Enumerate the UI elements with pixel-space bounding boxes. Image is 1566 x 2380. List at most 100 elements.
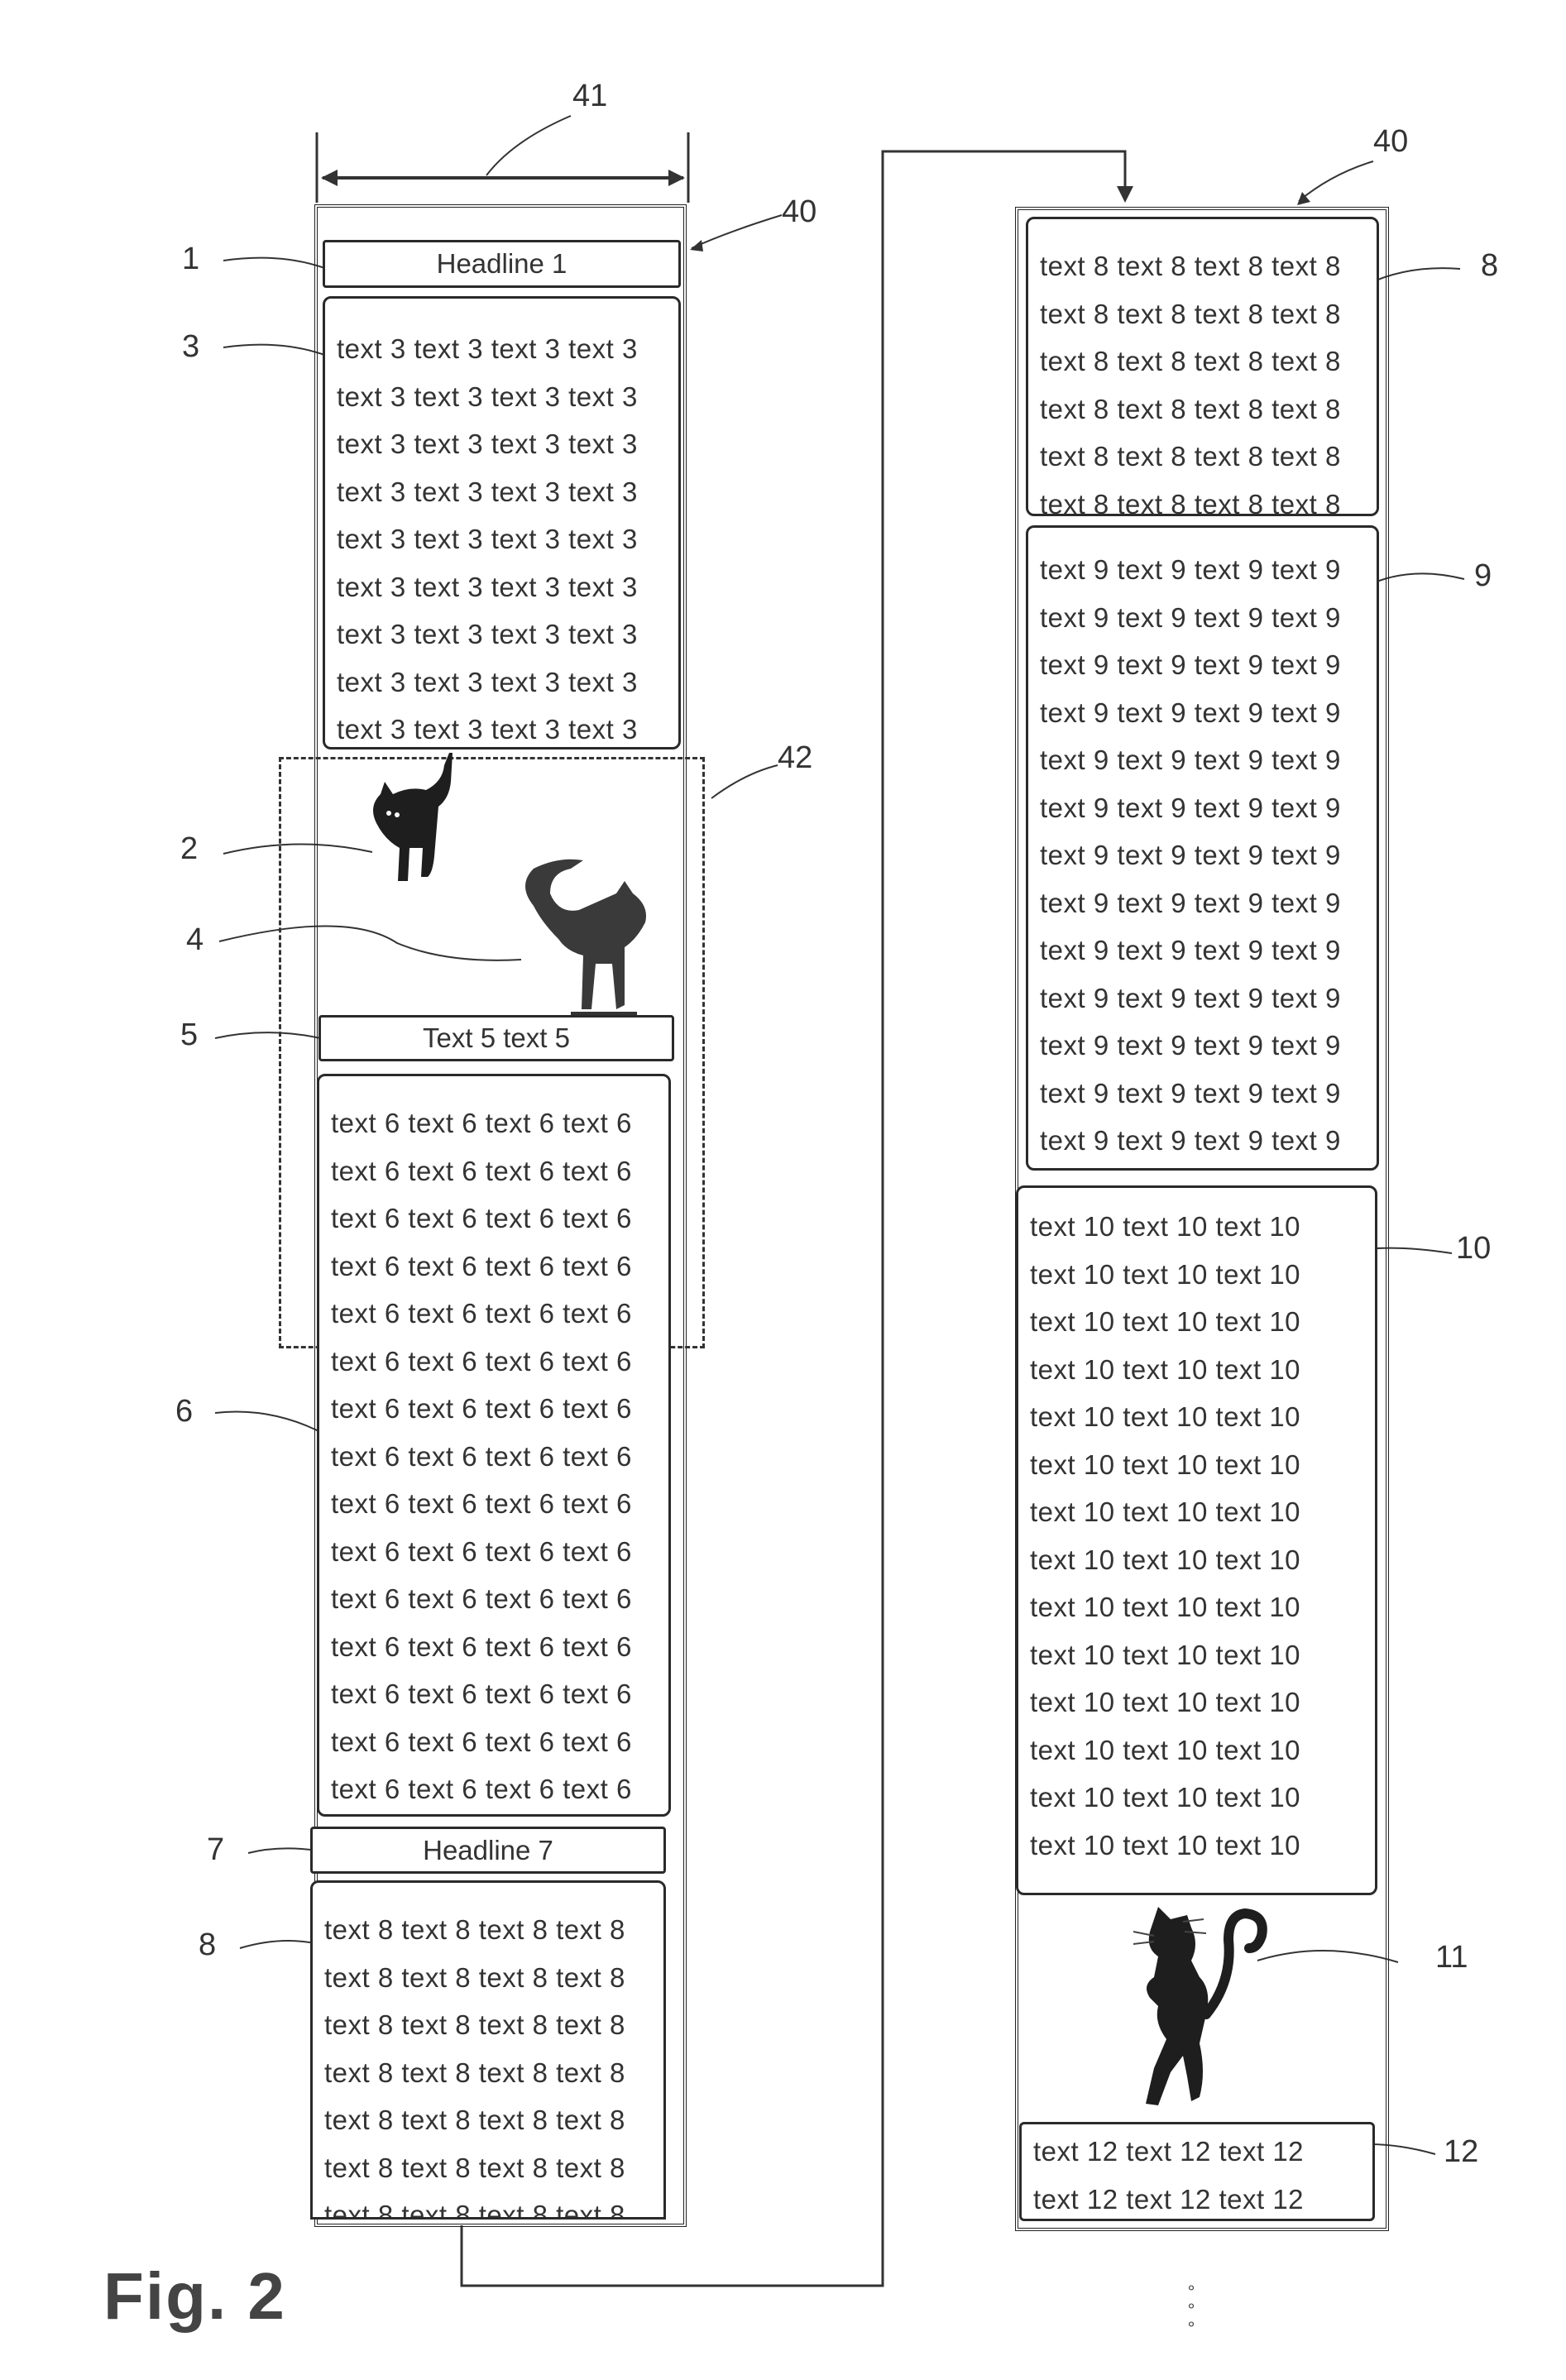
text-line: text 8 text 8 text 8 text 8 bbox=[324, 2105, 625, 2135]
text-5-box: Text 5 text 5 bbox=[318, 1015, 674, 1061]
text-6-box: text 6 text 6 text 6 text 6 text 6 text 6… bbox=[317, 1074, 671, 1817]
headline-7-box: Headline 7 bbox=[310, 1827, 666, 1874]
text-line: text 6 text 6 text 6 text 6 bbox=[331, 1678, 632, 1709]
monkey-tail bbox=[1201, 1908, 1267, 2019]
leader-40-right-arrow bbox=[1297, 192, 1310, 205]
text-line: text 6 text 6 text 6 text 6 bbox=[331, 1345, 632, 1377]
text-line: text 10 text 10 text 10 bbox=[1030, 1306, 1301, 1337]
text-line: text 3 text 3 text 3 text 3 bbox=[337, 429, 638, 459]
text-8-box-right: text 8 text 8 text 8 text 8 text 8 text 8… bbox=[1026, 217, 1379, 516]
text-line: text 8 text 8 text 8 text 8 bbox=[324, 2152, 625, 2183]
text-line: text 10 text 10 text 10 bbox=[1030, 1639, 1301, 1670]
text-line: text 10 text 10 text 10 bbox=[1030, 1211, 1301, 1242]
text-line: text 9 text 9 text 9 text 9 bbox=[1040, 745, 1341, 775]
text-line: text 8 text 8 text 8 text 8 bbox=[1040, 346, 1341, 376]
text-line: text 6 text 6 text 6 text 6 bbox=[331, 1535, 632, 1567]
text-line: text 9 text 9 text 9 text 9 bbox=[1040, 792, 1341, 823]
text-line: text 8 text 8 text 8 text 8 bbox=[1040, 251, 1341, 281]
text-line: text 3 text 3 text 3 text 3 bbox=[337, 619, 638, 649]
text-12-box: text 12 text 12 text 12 text 12 text 12 t… bbox=[1019, 2122, 1375, 2221]
text-8-lines-left: text 8 text 8 text 8 text 8 text 8 text 8… bbox=[324, 1906, 658, 2220]
ref-label-8-left: 8 bbox=[199, 1927, 217, 1962]
text-6-lines: text 6 text 6 text 6 text 6 text 6 text 6… bbox=[331, 1099, 663, 1813]
monkey-image bbox=[1133, 1907, 1267, 2105]
cat-small-eye bbox=[386, 811, 391, 816]
ref-label-10: 10 bbox=[1456, 1231, 1492, 1266]
text-line: text 3 text 3 text 3 text 3 bbox=[337, 476, 638, 507]
text-line: text 8 text 8 text 8 text 8 bbox=[324, 1961, 625, 1993]
text-line: text 6 text 6 text 6 text 6 bbox=[331, 1393, 632, 1424]
text-line: text 10 text 10 text 10 bbox=[1030, 1258, 1301, 1290]
leader-40-left bbox=[691, 214, 783, 249]
text-line: text 6 text 6 text 6 text 6 bbox=[331, 1726, 632, 1757]
ref-label-12: 12 bbox=[1444, 2134, 1479, 2169]
text-line: text 6 text 6 text 6 text 6 bbox=[331, 1155, 632, 1186]
ref-label-40-left: 40 bbox=[782, 194, 817, 229]
text-line: text 10 text 10 text 10 bbox=[1030, 1734, 1301, 1765]
text-line: text 9 text 9 text 9 text 9 bbox=[1040, 840, 1341, 870]
figure-caption: Fig. 2 bbox=[103, 2259, 286, 2333]
text-12-lines: text 12 text 12 text 12 text 12 text 12 t… bbox=[1033, 2128, 1367, 2219]
text-10-lines: text 10 text 10 text 10 text 10 text 10 t… bbox=[1030, 1203, 1370, 1869]
text-line: text 9 text 9 text 9 text 9 bbox=[1040, 1077, 1341, 1109]
ref-label-41: 41 bbox=[572, 79, 608, 113]
text-3-box: text 3 text 3 text 3 text 3 text 3 text 3… bbox=[323, 296, 681, 749]
text-8-box-left: text 8 text 8 text 8 text 8 text 8 text 8… bbox=[310, 1880, 666, 2220]
text-line: text 10 text 10 text 10 bbox=[1030, 1449, 1301, 1480]
dimension-arrowhead-left bbox=[321, 170, 338, 186]
text-5-text: Text 5 text 5 bbox=[423, 1022, 570, 1053]
text-line: text 9 text 9 text 9 text 9 bbox=[1040, 554, 1341, 585]
text-line: text 9 text 9 text 9 text 9 bbox=[1040, 1125, 1341, 1156]
text-line: text 10 text 10 text 10 bbox=[1030, 1829, 1301, 1860]
text-line: text 10 text 10 text 10 bbox=[1030, 1782, 1301, 1813]
text-line: text 3 text 3 text 3 text 3 bbox=[337, 524, 638, 554]
ref-label-4: 4 bbox=[186, 922, 204, 957]
text-line: text 8 text 8 text 8 text 8 bbox=[1040, 298, 1341, 329]
ref-label-5: 5 bbox=[180, 1018, 199, 1052]
ref-label-11: 11 bbox=[1435, 1940, 1468, 1975]
text-3-lines: text 3 text 3 text 3 text 3 text 3 text 3… bbox=[337, 325, 673, 747]
text-line: text 9 text 9 text 9 text 9 bbox=[1040, 697, 1341, 728]
text-line: text 3 text 3 text 3 text 3 bbox=[337, 666, 638, 697]
ref-label-42: 42 bbox=[778, 740, 813, 775]
text-line: text 8 text 8 text 8 text 8 bbox=[1040, 488, 1341, 516]
text-9-lines: text 9 text 9 text 9 text 9 text 9 text 9… bbox=[1040, 546, 1372, 1165]
cat-small-icon bbox=[373, 753, 453, 881]
ref-label-2: 2 bbox=[180, 831, 199, 866]
monkey-icon bbox=[1146, 1907, 1209, 2105]
ref-label-7: 7 bbox=[207, 1832, 225, 1867]
ref-label-8-right: 8 bbox=[1481, 248, 1499, 283]
leader-40-left-arrow bbox=[690, 240, 703, 251]
text-10-box: text 10 text 10 text 10 text 10 text 10 t… bbox=[1016, 1185, 1377, 1895]
text-line: text 9 text 9 text 9 text 9 bbox=[1040, 649, 1341, 680]
text-line: text 6 text 6 text 6 text 6 bbox=[331, 1250, 632, 1281]
headline-1-text: Headline 1 bbox=[436, 248, 567, 279]
text-line: text 3 text 3 text 3 text 3 bbox=[337, 571, 638, 602]
text-line: text 3 text 3 text 3 text 3 bbox=[337, 714, 638, 745]
text-line: text 10 text 10 text 10 bbox=[1030, 1592, 1301, 1622]
text-line: text 6 text 6 text 6 text 6 bbox=[331, 1631, 632, 1662]
text-line: text 8 text 8 text 8 text 8 bbox=[1040, 441, 1341, 472]
text-line: text 6 text 6 text 6 text 6 bbox=[331, 1440, 632, 1472]
text-line: text 12 text 12 text 12 bbox=[1033, 2136, 1305, 2167]
leader-6 bbox=[214, 1410, 328, 1436]
ref-label-3: 3 bbox=[182, 329, 200, 364]
ref-label-9: 9 bbox=[1474, 558, 1492, 593]
text-line: text 10 text 10 text 10 bbox=[1030, 1401, 1301, 1432]
leader-42 bbox=[711, 764, 778, 799]
text-line: text 6 text 6 text 6 text 6 bbox=[331, 1203, 632, 1233]
ref-label-6: 6 bbox=[175, 1394, 194, 1429]
text-line: text 8 text 8 text 8 text 8 bbox=[324, 2200, 625, 2220]
leader-41 bbox=[486, 115, 572, 176]
text-line: text 12 text 12 text 12 bbox=[1033, 2183, 1305, 2215]
text-line: text 8 text 8 text 8 text 8 bbox=[324, 2057, 625, 2088]
leader-8-left bbox=[239, 1940, 319, 1949]
continuation-ellipsis: ∘ ∘ ∘ bbox=[1185, 2279, 1197, 2334]
headline-7-text: Headline 7 bbox=[423, 1834, 553, 1865]
dimension-arrowhead-right bbox=[668, 170, 685, 186]
text-line: text 9 text 9 text 9 text 9 bbox=[1040, 887, 1341, 918]
ref-label-1: 1 bbox=[182, 242, 200, 276]
text-line: text 9 text 9 text 9 text 9 bbox=[1040, 935, 1341, 965]
cat-large-image bbox=[525, 859, 646, 1015]
flow-connector-arrowhead bbox=[1117, 186, 1133, 203]
